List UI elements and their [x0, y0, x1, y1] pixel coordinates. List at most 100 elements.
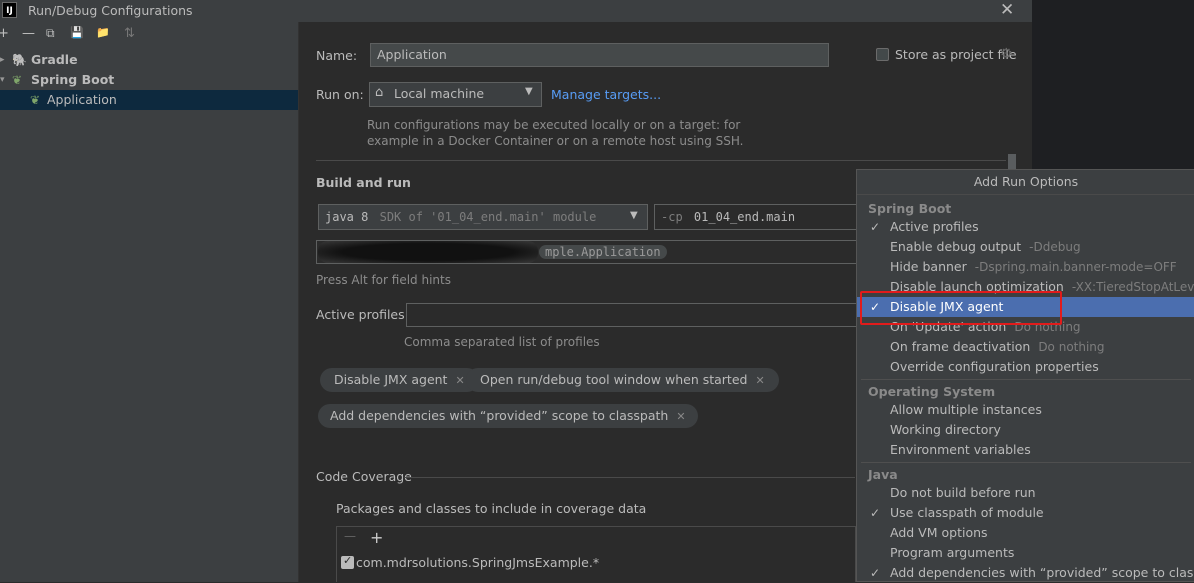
redacted-region [318, 241, 538, 263]
active-profiles-input[interactable] [406, 303, 861, 327]
save-icon[interactable]: 💾 [70, 26, 84, 39]
option-label: Add VM options [890, 525, 988, 540]
configurations-sidebar: + — ⧉ 💾 📁 ⇅ ▸ 🐘 Gradle ▾ ❦ Spring Boot ❦… [0, 22, 299, 582]
build-and-run-heading: Build and run [316, 175, 411, 190]
option-detail: -Ddebug [1029, 240, 1081, 254]
option-provided-scope[interactable]: ✓ Add dependencies with “provided” scope … [857, 563, 1194, 583]
option-active-profiles[interactable]: ✓ Active profiles [857, 217, 1194, 237]
divider [405, 477, 855, 478]
option-hide-banner[interactable]: Hide banner -Dspring.main.banner-mode=OFF [857, 257, 1194, 277]
manage-targets-link[interactable]: Manage targets... [551, 87, 661, 102]
active-profiles-hint: Comma separated list of profiles [404, 335, 600, 349]
plus-icon[interactable]: + [370, 528, 383, 547]
option-use-classpath[interactable]: ✓ Use classpath of module [857, 503, 1194, 523]
remove-chip-icon[interactable]: ✕ [455, 374, 464, 387]
sort-icon[interactable]: ⇅ [124, 26, 135, 41]
close-icon[interactable]: ✕ [1000, 0, 1014, 20]
run-on-hint: Run configurations may be executed local… [367, 118, 741, 132]
spring-app-icon: ❦ [30, 93, 41, 107]
run-on-label: Run on: [316, 87, 364, 102]
folder-icon[interactable]: 📁 [96, 26, 110, 39]
tree-item-application[interactable]: ❦ Application [0, 90, 298, 110]
chevron-down-icon[interactable]: ▼ [630, 210, 638, 221]
home-icon: ⌂ [375, 85, 384, 100]
chip-open-tool-window[interactable]: Open run/debug tool window when started ✕ [466, 368, 779, 392]
option-do-not-build[interactable]: Do not build before run [857, 483, 1194, 503]
run-on-hint: example in a Docker Container or on a re… [367, 134, 744, 148]
main-class-value: mple.Application [539, 245, 667, 259]
run-on-value: Local machine [394, 86, 485, 101]
option-label: Add dependencies with “provided” scope t… [890, 565, 1194, 580]
jdk-select[interactable]: java 8 SDK of '01_04_end.main' module [318, 204, 648, 230]
coverage-entry: com.mdrsolutions.SpringJmsExample.* [356, 555, 600, 570]
remove-icon[interactable]: — [22, 26, 35, 41]
option-label: Use classpath of module [890, 505, 1044, 520]
option-label: On frame deactivation [890, 339, 1031, 354]
coverage-entry-checkbox[interactable]: ✓ [341, 554, 354, 569]
check-icon: ✓ [870, 506, 881, 520]
option-label: Allow multiple instances [890, 402, 1042, 417]
option-label: Working directory [890, 422, 1001, 437]
chip-provided-scope[interactable]: Add dependencies with “provided” scope t… [318, 404, 698, 428]
chip-label: Open run/debug tool window when started [480, 372, 748, 387]
option-label: Enable debug output [890, 239, 1022, 254]
code-coverage-heading: Code Coverage [316, 469, 412, 484]
title-bar: IJ Run/Debug Configurations ✕ [0, 0, 1032, 22]
divider [861, 379, 1191, 380]
gear-icon[interactable]: ⚙ [1000, 46, 1013, 62]
chevron-down-icon[interactable]: ▼ [525, 86, 533, 97]
divider [861, 462, 1191, 463]
minus-icon[interactable]: — [344, 529, 356, 543]
cp-prefix: -cp [661, 210, 683, 224]
option-environment-variables[interactable]: Environment variables [857, 440, 1194, 460]
packages-label: Packages and classes to include in cover… [336, 501, 647, 516]
check-icon: ✓ [870, 566, 881, 580]
run-on-select[interactable]: Local machine [369, 82, 542, 107]
tree-item-gradle[interactable]: ▸ 🐘 Gradle [0, 50, 298, 70]
group-java: Java [868, 467, 898, 482]
tree-item-label: Application [47, 92, 117, 107]
active-profiles-label: Active profiles: [316, 307, 409, 322]
option-program-arguments[interactable]: Program arguments [857, 543, 1194, 563]
divider [316, 160, 1006, 161]
chevron-right-icon[interactable]: ▸ [0, 50, 5, 70]
name-input[interactable]: Application [370, 43, 829, 67]
copy-icon[interactable]: ⧉ [46, 26, 55, 41]
chip-label: Disable JMX agent [334, 372, 448, 387]
option-on-frame-deactivation[interactable]: On frame deactivation Do nothing [857, 337, 1194, 357]
classpath-select[interactable]: -cp 01_04_end.main [654, 204, 864, 230]
check-icon: ✓ [343, 554, 353, 567]
option-label: Do not build before run [890, 485, 1036, 500]
group-operating-system: Operating System [868, 384, 996, 399]
option-detail: -XX:TieredStopAtLevel=1 -no [1071, 280, 1194, 294]
option-detail: Do nothing [1038, 340, 1105, 354]
spring-boot-icon: ❦ [12, 73, 23, 87]
group-spring-boot: Spring Boot [868, 201, 952, 216]
option-override-config-properties[interactable]: Override configuration properties [857, 357, 1194, 377]
chip-disable-jmx[interactable]: Disable JMX agent ✕ [320, 368, 479, 392]
check-icon: ✓ [870, 220, 881, 234]
option-enable-debug-output[interactable]: Enable debug output -Ddebug [857, 237, 1194, 257]
gradle-icon: 🐘 [12, 53, 27, 67]
option-label: Hide banner [890, 259, 967, 274]
remove-chip-icon[interactable]: ✕ [676, 410, 685, 423]
popup-title: Add Run Options [857, 170, 1194, 195]
intellij-logo: IJ [2, 2, 17, 18]
option-add-vm-options[interactable]: Add VM options [857, 523, 1194, 543]
remove-chip-icon[interactable]: ✕ [755, 374, 764, 387]
chip-label: Add dependencies with “provided” scope t… [330, 408, 669, 423]
tree-item-label: Spring Boot [31, 72, 115, 87]
option-working-directory[interactable]: Working directory [857, 420, 1194, 440]
chevron-down-icon[interactable]: ▾ [0, 70, 5, 90]
tree-item-label: Gradle [31, 52, 78, 67]
tree-item-spring-boot[interactable]: ▾ ❦ Spring Boot [0, 70, 298, 90]
alt-hint: Press Alt for field hints [316, 273, 451, 287]
store-checkbox[interactable] [876, 48, 889, 61]
add-icon[interactable]: + [0, 26, 9, 41]
coverage-list [336, 526, 856, 582]
option-allow-multiple-instances[interactable]: Allow multiple instances [857, 400, 1194, 420]
jdk-value: java 8 [325, 210, 369, 224]
option-label: Active profiles [890, 219, 979, 234]
name-label: Name: [316, 48, 358, 63]
annotation-highlight-box [860, 291, 1062, 325]
